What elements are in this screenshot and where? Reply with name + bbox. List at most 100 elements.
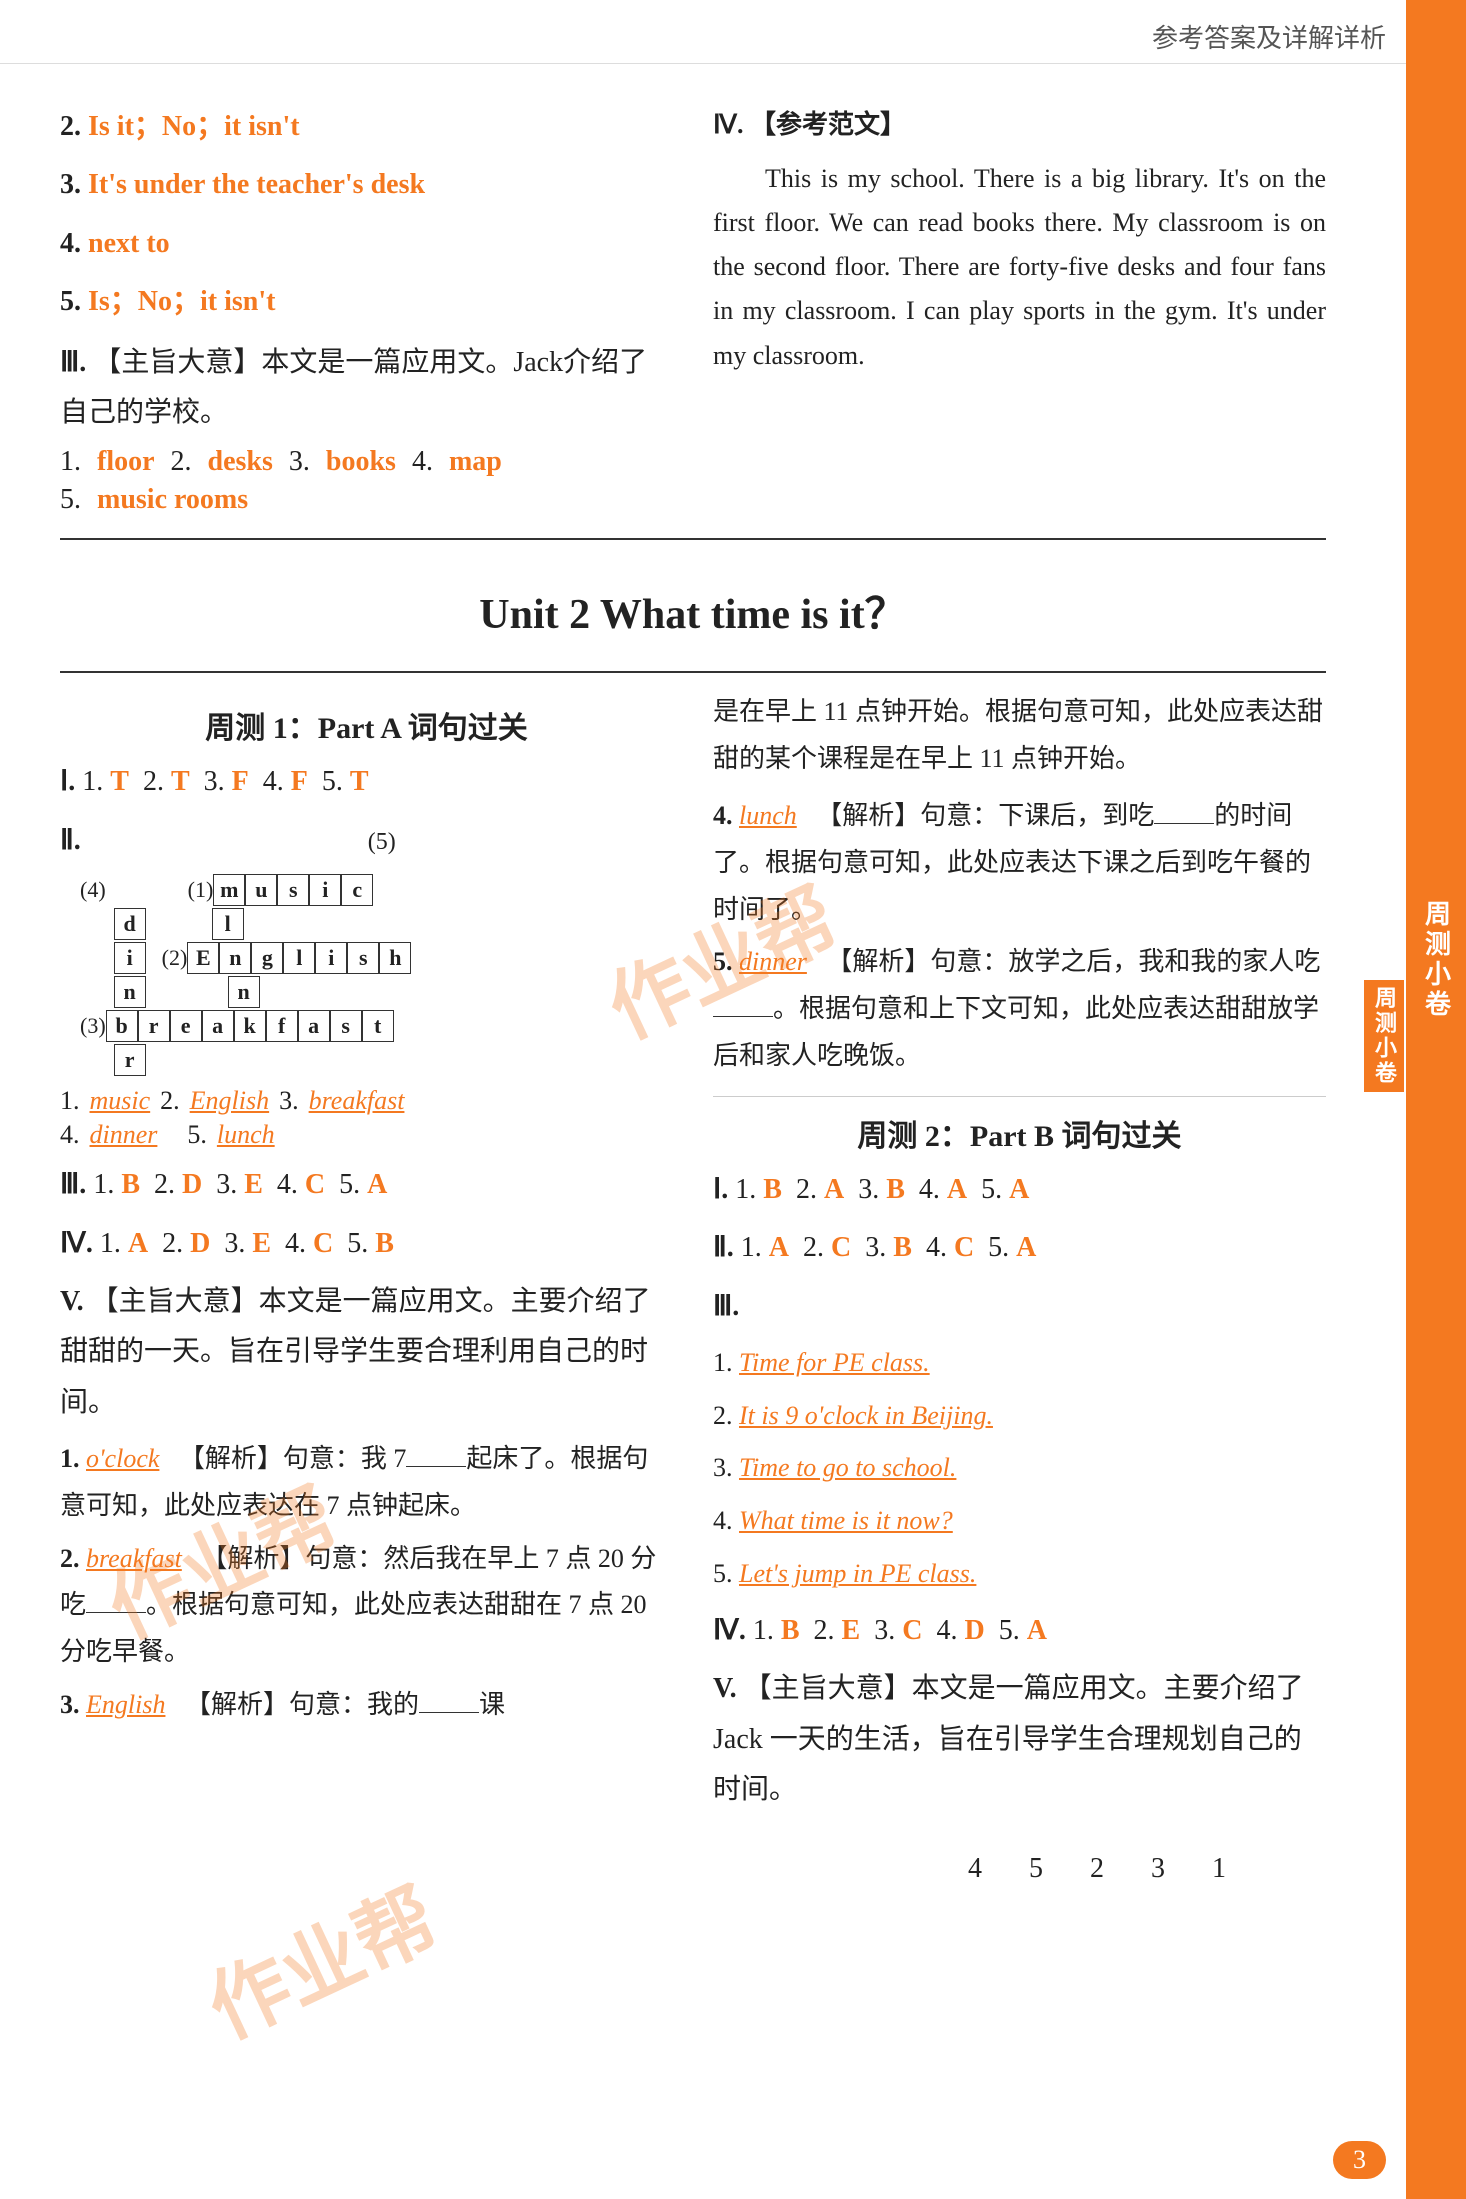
w2-sec3-n1: 1.	[713, 1348, 739, 1377]
w1-sec4-row: Ⅳ. 1. A 2. D 3. E 4. C 5. B	[60, 1219, 673, 1269]
unit-divider	[60, 671, 1326, 673]
w2-sec5-row: V. 【主旨大意】本文是一篇应用文。主要介绍了 Jack 一天的生活，旨在引导学…	[713, 1664, 1326, 1815]
left-column-top: 2. Is it；No；it isn't 3. It's under the t…	[60, 94, 673, 522]
right-column-top: Ⅳ. 【参考范文】 This is my school. There is a …	[713, 94, 1326, 522]
w1-sec3-row: Ⅲ. 1. B 2. D 3. E 4. C 5. A	[60, 1160, 673, 1210]
w2-sec1-label: Ⅰ.	[713, 1174, 728, 1205]
cw-row1: (4) (1) m u s i c	[80, 874, 673, 906]
w1-ex1-num: 1.	[60, 1444, 86, 1473]
answer-text-3: It's under the teacher's desk	[88, 169, 425, 200]
w1-right-top-text: 是在早上 11 点钟开始。根据句意可知，此处应表达甜甜的某个课程是在早上 11 …	[713, 689, 1326, 783]
cw-cell-s2: s	[330, 1010, 362, 1042]
fill-num2: 2.	[160, 1086, 180, 1116]
fill-word2: English	[190, 1086, 269, 1116]
w2-sec3-n3: 3.	[713, 1453, 739, 1482]
cw-cell-r2: r	[114, 1044, 146, 1076]
cw-cell-g: g	[251, 942, 283, 974]
week1-title-text: 周测 1：Part A 词句过关	[205, 712, 528, 745]
answer-item-5: 5. Is；No；it isn't	[60, 277, 673, 327]
ref-section: Ⅳ. 【参考范文】 This is my school. There is a …	[713, 102, 1326, 378]
cw-row2: (4) d l	[80, 908, 673, 940]
cw-row5: (3) b r e a k f a s t	[80, 1010, 673, 1042]
cw-cell-a: a	[202, 1010, 234, 1042]
w2-sec3-item1: 1. Time for PE class.	[713, 1340, 1326, 1387]
cw-num5-label: (5)	[368, 829, 396, 855]
cw-row4: (4) n n	[80, 976, 673, 1008]
fill-num1: 1.	[60, 1086, 80, 1116]
answer-num-5: 5.	[60, 286, 88, 317]
cw-cell-n2: n	[114, 976, 146, 1008]
sec3-word1: floor	[97, 446, 155, 478]
cw-cell-i3: i	[315, 942, 347, 974]
cw-cell-t: t	[362, 1010, 394, 1042]
w1-sec5-header: V. 【主旨大意】本文是一篇应用文。主要介绍了甜甜的一天。旨在引导学生要合理利用…	[60, 1277, 673, 1428]
crossword-area: (4) (1) m u s i c (4) d	[80, 874, 673, 1076]
w1-ex3-word: English	[86, 1690, 165, 1719]
bottom-row: 4 5 2 3 1	[60, 1853, 1326, 1885]
w2-sec1-answers: 1. B 2. A 3. B 4. A 5. A	[735, 1174, 1029, 1205]
week-test-sidebar-label: 周测小卷	[1364, 980, 1404, 1092]
unit-title: Unit 2 What time is it？	[60, 570, 1326, 651]
week2-title: 周测 2：Part B 词句过关	[713, 1111, 1326, 1155]
w2-sec3-label: Ⅲ.	[713, 1291, 739, 1322]
w2-sec4-answers: 1. B 2. E 3. C 4. D 5. A	[753, 1615, 1047, 1646]
week1-right-col: 是在早上 11 点钟开始。根据句意可知，此处应表达甜甜的某个课程是在早上 11 …	[713, 689, 1326, 1823]
w1-ex2-num: 2.	[60, 1544, 86, 1573]
w2-sec3-t4: What time is it now?	[739, 1506, 953, 1535]
w1-sec5-note: 【主旨大意】本文是一篇应用文。主要介绍了甜甜的一天。旨在引导学生要合理利用自己的…	[60, 1286, 651, 1418]
w1-explain4: 4. lunch 【解析】句意：下课后，到吃 的时间了。根据句意可知，此处应表达…	[713, 793, 1326, 933]
cw-n4-spacer	[114, 875, 158, 906]
w1-ex4-num: 4.	[713, 801, 739, 830]
page-header: 参考答案及详解详析	[0, 0, 1466, 64]
w2-sec3-t5: Let's jump in PE class.	[739, 1559, 976, 1588]
w1-sec1-answers: 1. T 2. T 3. F 4. F 5. T	[82, 766, 368, 797]
cw-n4: (4)	[80, 875, 106, 906]
section3-answers-line: 1. floor 2. desks 3. books 4. map	[60, 446, 673, 478]
cw-cell-d: d	[114, 908, 146, 940]
cw-n1: (1)	[188, 875, 214, 906]
cw-n3-label: (3)	[80, 1011, 106, 1042]
sec3-num5: 5.	[60, 484, 81, 516]
w1-ex4-text: 【解析】句意：下课后，到吃 的时间了。根据句意可知，此处应表达下课之后到吃午餐的…	[713, 801, 1311, 924]
fill-answers: 1. music 2. English 3. breakfast	[60, 1086, 673, 1116]
cw-cell-i2: i	[114, 942, 146, 974]
w1-explain2: 2. breakfast 【解析】句意：然后我在早上 7 点 20 分吃 。根据…	[60, 1536, 673, 1676]
w1-sec3-nums: 1. B 2. D 3. E 4. C 5. A	[93, 1169, 387, 1200]
cw-cell-a2: a	[298, 1010, 330, 1042]
w2-sec1-row: Ⅰ. 1. B 2. A 3. B 4. A 5. A	[713, 1165, 1326, 1215]
w2-sec3-n2: 2.	[713, 1401, 739, 1430]
w2-sec3-item4: 4. What time is it now?	[713, 1498, 1326, 1545]
cw-cell-u: u	[245, 874, 277, 906]
w1-ex5-num: 5.	[713, 947, 739, 976]
w1-sec5-label: V.	[60, 1286, 91, 1317]
sec3-num3: 3.	[289, 446, 310, 478]
ref-label: Ⅳ.	[713, 110, 744, 139]
answer-num-2: 2.	[60, 111, 88, 142]
cw-cell-f: f	[266, 1010, 298, 1042]
w1-sec1-label: Ⅰ.	[60, 766, 75, 797]
section3-header: Ⅲ. 【主旨大意】本文是一篇应用文。Jack介绍了自己的学校。	[60, 338, 673, 439]
unit-title-text: Unit 2 What time is it？	[479, 592, 906, 638]
w2-sec3-header: Ⅲ.	[713, 1282, 1326, 1332]
sec3-num2: 2.	[171, 446, 192, 478]
week1-title: 周测 1：Part A 词句过关	[60, 703, 673, 747]
section3-answer5-line: 5. music rooms	[60, 484, 673, 516]
w1-ex3-text: 【解析】句意：我的 课	[172, 1690, 505, 1719]
main-divider	[60, 538, 1326, 540]
cw-cell-c: c	[341, 874, 373, 906]
page-footer: 3	[1333, 2141, 1386, 2179]
sec3-num1: 1.	[60, 446, 81, 478]
sidebar-vertical-text: 周测小卷	[1418, 900, 1455, 1020]
fill-word1: music	[90, 1086, 151, 1116]
w2-sec2-row: Ⅱ. 1. A 2. C 3. B 4. C 5. A	[713, 1223, 1326, 1273]
w1-ex2-word: breakfast	[86, 1544, 182, 1573]
ref-title: 【参考范文】	[750, 110, 906, 139]
cw-cell-b: b	[106, 1010, 138, 1042]
w1-sec4-nums: 1. A 2. D 3. E 4. C 5. B	[100, 1228, 394, 1259]
answer-item-4: 4. next to	[60, 219, 673, 269]
sec3-num4: 4.	[412, 446, 433, 478]
section3-label: Ⅲ.	[60, 347, 86, 378]
w1-ex5-word: dinner	[739, 947, 807, 976]
w1-ex4-word: lunch	[739, 801, 797, 830]
w2-sec5-note: 【主旨大意】本文是一篇应用文。主要介绍了 Jack 一天的生活，旨在引导学生合理…	[713, 1673, 1304, 1805]
